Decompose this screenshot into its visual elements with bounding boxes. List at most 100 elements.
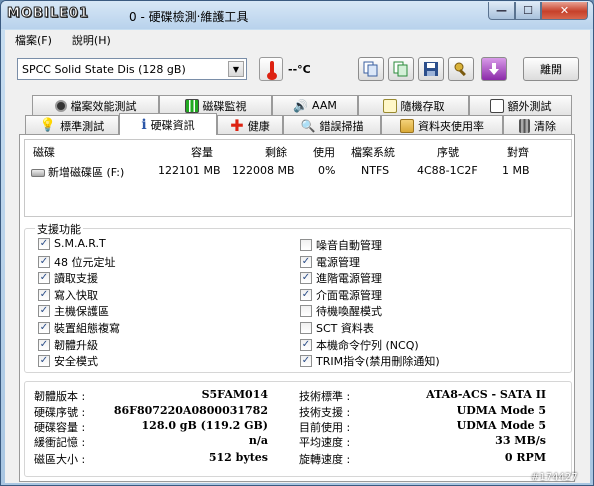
drive-select-value: SPCC Solid State Dis (128 gB) — [22, 62, 186, 76]
info-label: 目前使用 : — [299, 421, 351, 434]
tab-health[interactable]: ✚ 健康 — [217, 115, 283, 135]
tab-random-access[interactable]: 隨機存取 — [358, 95, 469, 115]
col-filesystem[interactable]: 檔案系統 — [351, 144, 395, 160]
feature-label: 待機喚醒模式 — [316, 305, 382, 318]
copy-icon — [363, 61, 378, 77]
speaker-icon: 🔊 — [293, 98, 309, 113]
info-label: 磁區大小 : — [34, 453, 86, 466]
table-row[interactable]: 新增磁碟區 (F:) 122101 MB 122008 MB 0% NTFS 4… — [25, 162, 571, 180]
tab-extra-tests[interactable]: 額外測試 — [469, 95, 572, 115]
features-title: 支援功能 — [35, 221, 83, 237]
info-label: 技術支援 : — [299, 406, 351, 419]
thermometer-icon[interactable] — [259, 57, 283, 81]
supported-features-group: 支援功能 — [24, 221, 572, 373]
info-value: 0 RPM — [504, 451, 546, 464]
info-label: 硬碟容量 : — [34, 421, 86, 434]
feature-label: 讀取支援 — [54, 272, 98, 285]
tab-disk-monitor[interactable]: 磁碟監視 — [159, 95, 272, 115]
copy-all-icon — [393, 61, 408, 77]
feature-checkbox — [300, 305, 312, 317]
stopwatch-icon — [54, 99, 67, 112]
feature-checkbox: ✓ — [300, 339, 312, 351]
feature-right-4: 待機喚醒模式 — [300, 303, 382, 319]
feature-checkbox: ✓ — [300, 289, 312, 301]
info-value: ATA8-ACS - SATA II — [426, 388, 546, 401]
close-button[interactable]: ✕ — [541, 2, 588, 20]
col-disk[interactable]: 磁碟 — [33, 144, 55, 160]
feature-label: 裝置組態複寫 — [54, 322, 120, 335]
info-label: 平均速度 : — [299, 436, 351, 449]
trash-icon — [519, 118, 530, 133]
tab-disk-info[interactable]: i 硬碟資訊 — [119, 113, 217, 135]
tools-icon — [454, 62, 466, 77]
feature-label: 寫入快取 — [54, 289, 98, 302]
feature-label: 48 位元定址 — [54, 256, 116, 269]
feature-right-5: SCT 資料表 — [300, 320, 374, 336]
info-value: UDMA Mode 5 — [456, 419, 546, 432]
info-value: 128.0 gB (119.2 GB) — [141, 419, 268, 432]
tab-aam[interactable]: 🔊 AAM — [272, 95, 358, 115]
feature-right-3: ✓ 介面電源管理 — [300, 287, 382, 303]
download-button[interactable] — [481, 57, 507, 81]
feature-checkbox — [300, 322, 312, 334]
partition-serial: 4C88-1C2F — [417, 164, 478, 177]
col-serial[interactable]: 序號 — [437, 144, 459, 160]
feature-right-2: ✓ 進階電源管理 — [300, 270, 382, 286]
feature-right-7: ✓ TRIM指令(禁用刪除通知) — [300, 353, 440, 369]
chevron-down-icon[interactable]: ▼ — [228, 61, 244, 77]
drive-icon — [31, 169, 45, 177]
arrow-down-icon — [489, 63, 499, 75]
feature-label: 韌體升級 — [54, 339, 98, 352]
menu-file[interactable]: 檔案(F) — [5, 32, 62, 48]
feature-checkbox: ✓ — [38, 355, 50, 367]
col-alignment[interactable]: 對齊 — [507, 144, 529, 160]
temperature-readout: --°C — [288, 63, 311, 76]
info-label: 旋轉速度 : — [299, 453, 351, 466]
tab-error-scan[interactable]: 🔍 錯誤掃描 — [283, 115, 381, 135]
drive-select[interactable]: SPCC Solid State Dis (128 gB) ▼ — [17, 58, 247, 80]
save-button[interactable] — [418, 57, 444, 81]
partition-disk: 新增磁碟區 (F:) — [31, 164, 124, 180]
tab-erase[interactable]: 清除 — [503, 115, 572, 135]
partition-capacity: 122101 MB — [158, 164, 221, 177]
tab-folder-usage[interactable]: 資料夾使用率 — [381, 115, 503, 135]
feature-label: 主機保護區 — [54, 305, 109, 318]
feature-checkbox: ✓ — [38, 237, 50, 250]
feature-label: 噪音自動管理 — [316, 239, 382, 252]
feature-checkbox: ✓ — [38, 272, 50, 284]
col-capacity[interactable]: 容量 — [191, 144, 213, 160]
copy-button[interactable] — [358, 57, 384, 81]
exit-button[interactable]: 離開 — [523, 57, 579, 81]
feature-left-1: ✓ 48 位元定址 — [38, 254, 116, 270]
feature-left-2: ✓ 讀取支援 — [38, 270, 98, 286]
feature-checkbox: ✓ — [38, 339, 50, 351]
menu-help[interactable]: 說明(H) — [62, 32, 121, 48]
feature-checkbox: ✓ — [38, 305, 50, 317]
menu-bar: 檔案(F) 說明(H) — [5, 30, 590, 50]
feature-label: S.M.A.R.T — [54, 237, 106, 250]
feature-right-1: ✓ 電源管理 — [300, 254, 360, 270]
info-label: 韌體版本 : — [34, 390, 86, 403]
options-button[interactable] — [448, 57, 474, 81]
col-used[interactable]: 使用 — [313, 144, 335, 160]
feature-checkbox: ✓ — [300, 256, 312, 268]
partition-list[interactable]: 磁碟 容量 剩餘 使用 檔案系統 序號 對齊 新增磁碟區 (F:) 122101… — [24, 139, 572, 217]
tab-file-benchmark[interactable]: 檔案效能測試 — [32, 95, 159, 115]
feature-checkbox: ✓ — [300, 272, 312, 284]
tab-benchmark[interactable]: 💡 標準測試 — [25, 115, 119, 135]
info-value: UDMA Mode 5 — [456, 404, 546, 417]
info-value: n/a — [248, 434, 268, 447]
app-window: MOBILE01 0 - 硬碟檢測‧維護工具 — ☐ ✕ 檔案(F) 說明(H)… — [0, 0, 594, 486]
magnifier-icon: 🔍 — [300, 118, 316, 133]
feature-label: 進階電源管理 — [316, 272, 382, 285]
feature-left-5: ✓ 裝置組態複寫 — [38, 320, 120, 336]
info-label: 硬碟序號 : — [34, 406, 86, 419]
floppy-icon — [424, 62, 438, 76]
maximize-button[interactable]: ☐ — [515, 2, 541, 20]
copy-all-button[interactable] — [388, 57, 414, 81]
col-free[interactable]: 剩餘 — [265, 144, 287, 160]
partition-used: 0% — [318, 164, 336, 177]
partition-list-header: 磁碟 容量 剩餘 使用 檔案系統 序號 對齊 — [25, 142, 571, 160]
minimize-button[interactable]: — — [488, 2, 515, 20]
grid-dots-icon — [382, 98, 397, 113]
